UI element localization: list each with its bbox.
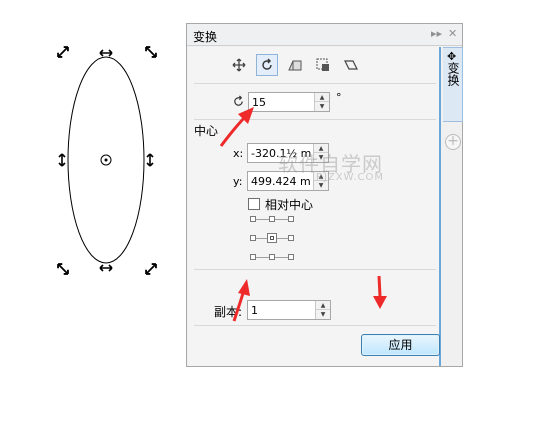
side-tab-label: 变换: [446, 62, 460, 86]
center-section-label: 中心: [194, 124, 219, 138]
copies-input[interactable]: [248, 301, 316, 319]
size-icon[interactable]: [312, 54, 334, 76]
degree-unit: °: [336, 91, 342, 104]
center-y-input[interactable]: [248, 172, 314, 190]
copies-label: 副本:: [214, 305, 243, 319]
scale-mirror-icon[interactable]: [284, 54, 306, 76]
rotation-angle-icon: [232, 95, 245, 111]
rotation-angle-input[interactable]: [249, 93, 315, 111]
anchor-center[interactable]: [267, 233, 277, 243]
drawing-canvas[interactable]: [0, 0, 186, 443]
anchor-middle-left[interactable]: [250, 235, 256, 241]
spin-up-icon[interactable]: ▲: [316, 301, 330, 310]
docker-arrows-icon[interactable]: ▸▸: [431, 27, 442, 40]
separator: [194, 83, 436, 84]
skew-handle-left[interactable]: [58, 153, 66, 167]
y-label: y:: [233, 175, 243, 188]
relative-center-label: 相对中心: [265, 198, 314, 212]
copies-field[interactable]: ▲ ▼: [247, 300, 331, 320]
anchor-top-left[interactable]: [250, 216, 256, 222]
anchor-top-right[interactable]: [288, 216, 294, 222]
side-tab-transform[interactable]: ✥ 变换: [443, 47, 463, 122]
add-docker-icon[interactable]: +: [445, 134, 461, 150]
skew-handle-bottom[interactable]: [99, 264, 113, 272]
transform-docker: 变换 ▸▸ ✕ ▲ ▼ °: [186, 23, 463, 367]
separator: [194, 269, 436, 270]
rotation-angle-spinner[interactable]: ▲ ▼: [314, 93, 329, 111]
relative-center-checkbox[interactable]: [248, 198, 260, 210]
center-x-spinner[interactable]: ▲ ▼: [313, 144, 328, 162]
center-x-input[interactable]: [248, 144, 314, 162]
rotation-center-marker[interactable]: [100, 154, 112, 166]
separator: [194, 325, 436, 326]
copies-spinner[interactable]: ▲ ▼: [315, 301, 330, 319]
docker-title: 变换: [193, 30, 218, 44]
rotation-angle-field[interactable]: ▲ ▼: [248, 92, 330, 112]
center-y-spinner[interactable]: ▲ ▼: [313, 172, 328, 190]
spin-up-icon[interactable]: ▲: [314, 144, 328, 153]
spin-down-icon[interactable]: ▼: [314, 153, 328, 162]
docker-content: ▲ ▼ ° 中心 x: ▲ ▼ y: ▲ ▼ 相对中心: [188, 47, 441, 366]
skew-handle-top[interactable]: [99, 49, 113, 57]
rotate-handle-top-right[interactable]: [144, 45, 158, 59]
anchor-bottom-left[interactable]: [250, 254, 256, 260]
anchor-bottom-center[interactable]: [269, 254, 275, 260]
spin-up-icon[interactable]: ▲: [314, 172, 328, 181]
skew-icon[interactable]: [340, 54, 362, 76]
anchor-bottom-right[interactable]: [288, 254, 294, 260]
position-icon[interactable]: [228, 54, 250, 76]
anchor-top-center[interactable]: [269, 216, 275, 222]
x-label: x:: [233, 147, 244, 160]
rotate-handle-bottom-left[interactable]: [56, 262, 70, 276]
rotate-handle-bottom-right[interactable]: [144, 262, 158, 276]
close-icon[interactable]: ✕: [448, 27, 457, 40]
center-x-field[interactable]: ▲ ▼: [247, 143, 329, 163]
spin-down-icon[interactable]: ▼: [316, 310, 330, 319]
rotate-icon[interactable]: [256, 54, 278, 76]
spin-down-icon[interactable]: ▼: [315, 102, 329, 111]
center-y-field[interactable]: ▲ ▼: [247, 171, 329, 191]
anchor-middle-right[interactable]: [288, 235, 294, 241]
skew-handle-right[interactable]: [146, 153, 154, 167]
docker-titlebar: 变换 ▸▸ ✕: [187, 24, 462, 46]
spin-down-icon[interactable]: ▼: [314, 181, 328, 190]
rotate-handle-top-left[interactable]: [56, 45, 70, 59]
spin-up-icon[interactable]: ▲: [315, 93, 329, 102]
apply-button[interactable]: 应用: [361, 334, 440, 356]
separator: [194, 119, 436, 120]
